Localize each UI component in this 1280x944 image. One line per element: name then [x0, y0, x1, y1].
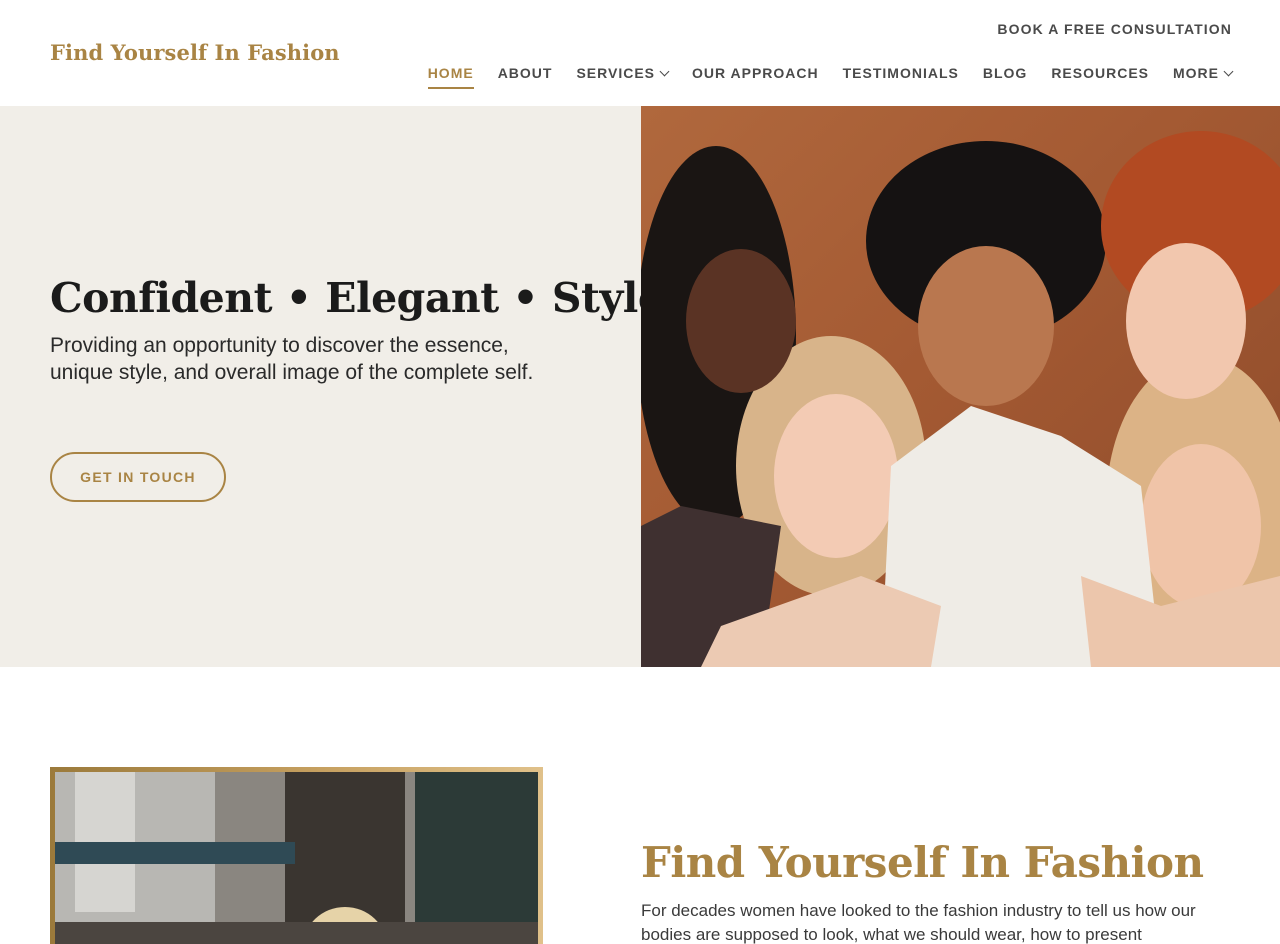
nav-item-more[interactable]: MORE [1173, 63, 1234, 83]
hero-title: Confident • Elegant • Style [50, 274, 664, 322]
nav-label: ABOUT [497, 65, 553, 81]
nav-item-home[interactable]: HOME [427, 63, 474, 89]
nav-item-blog[interactable]: BLOG [983, 63, 1027, 83]
get-in-touch-button[interactable]: GET IN TOUCH [50, 452, 226, 502]
site-header: Find Yourself In Fashion BOOK A FREE CON… [0, 0, 1280, 106]
section-body: For decades women have looked to the fas… [641, 901, 1196, 944]
nav-item-our-approach[interactable]: OUR APPROACH [692, 63, 819, 83]
chevron-down-icon [1223, 66, 1234, 76]
nav-label: SERVICES [576, 65, 656, 81]
fashion-photo-frame [50, 767, 543, 944]
nav-item-resources[interactable]: RESOURCES [1051, 63, 1149, 83]
nav-label: MORE [1173, 65, 1219, 81]
main-nav: HOME ABOUT SERVICES OUR APPROACH TESTIMO… [404, 63, 1234, 89]
site-logo[interactable]: Find Yourself In Fashion [50, 40, 340, 65]
chevron-down-icon [659, 66, 670, 76]
hero-image [641, 106, 1280, 667]
hero-text-panel: Confident • Elegant • Style Providing an… [0, 106, 664, 667]
nav-label: HOME [427, 65, 474, 81]
street-scene-illustration [55, 772, 538, 944]
nav-label: TESTIMONIALS [842, 65, 959, 81]
group-portrait-illustration [641, 131, 1280, 667]
hero-subtitle: Providing an opportunity to discover the… [50, 334, 534, 384]
nav-item-services[interactable]: SERVICES [576, 63, 670, 83]
nav-label: BLOG [982, 65, 1028, 81]
nav-item-about[interactable]: ABOUT [498, 63, 553, 83]
nav-label: RESOURCES [1051, 65, 1149, 81]
nav-label: OUR APPROACH [692, 65, 819, 81]
section-title: Find Yourself In Fashion [641, 838, 1204, 887]
nav-item-testimonials[interactable]: TESTIMONIALS [843, 63, 959, 83]
hero-section: Confident • Elegant • Style Providing an… [0, 106, 1280, 667]
street-photo [55, 772, 538, 944]
book-consultation-link[interactable]: BOOK A FREE CONSULTATION [997, 21, 1232, 37]
